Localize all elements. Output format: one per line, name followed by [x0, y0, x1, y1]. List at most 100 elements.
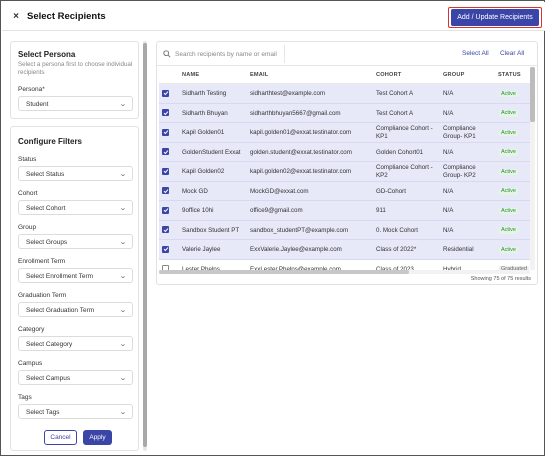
table-row[interactable]: Valerie Jaylee ExxValerie.Jaylee@example.…: [159, 240, 530, 260]
cell-cohort: Test Cohort A: [376, 90, 414, 97]
check-icon: [163, 247, 168, 252]
table-row[interactable]: GoldenStudent Exxat golden.student@exxat.…: [159, 142, 530, 162]
cell-name: Valerie Jaylee: [182, 246, 221, 253]
enrollment-term-select[interactable]: Select Enrollment Term ⌄: [18, 268, 133, 283]
table-vertical-scrollbar[interactable]: [530, 67, 535, 270]
row-checkbox[interactable]: [162, 148, 169, 155]
cohort-select[interactable]: Select Cohort ⌄: [18, 200, 133, 215]
filters-card: Configure Filters Status Select Status ⌄…: [10, 126, 139, 451]
persona-select[interactable]: Student ⌄: [18, 96, 133, 111]
status-badge: Active: [499, 227, 518, 234]
row-checkbox[interactable]: [162, 226, 169, 233]
select-recipients-dialog: × Select Recipients Add / Update Recipie…: [0, 0, 545, 456]
group-select[interactable]: Select Groups ⌄: [18, 234, 133, 249]
chevron-down-icon: ⌄: [119, 273, 127, 280]
table-row[interactable]: Kapil Golden01 kapil.golden01@exxat.testi…: [159, 123, 530, 143]
category-select[interactable]: Select Category ⌄: [18, 336, 133, 351]
row-checkbox[interactable]: [162, 128, 169, 136]
table-row[interactable]: Sidharth Testing sidharthtest@example.com…: [159, 84, 530, 104]
filters-title: Configure Filters: [18, 137, 83, 146]
scrollbar-thumb[interactable]: [159, 270, 409, 274]
row-checkbox[interactable]: [162, 89, 169, 97]
cell-cohort: Compliance Cohort - KP1: [376, 125, 433, 140]
enrollment-term-select-value: Select Enrollment Term: [26, 272, 94, 280]
status-badge: Active: [499, 90, 518, 97]
status-badge: Active: [499, 110, 518, 117]
table-row[interactable]: 9office 10hi office9@gmail.com 911 N/A Activ…: [159, 201, 530, 221]
clear-all-link[interactable]: Clear All: [500, 50, 524, 57]
cell-group: N/A: [443, 109, 454, 117]
cell-email: ExxValerie.Jaylee@example.com: [250, 246, 342, 253]
select-all-link[interactable]: Select All: [462, 50, 489, 57]
cell-cohort: Golden Cohort01: [376, 148, 424, 156]
tags-select[interactable]: Select Tags ⌄: [18, 404, 133, 419]
cell-cohort: 911: [376, 207, 386, 214]
left-panel-scrollbar[interactable]: [143, 41, 147, 451]
row-checkbox[interactable]: [162, 167, 169, 175]
table-row[interactable]: Lester Phelps ExxLester.Phelps@example.co…: [159, 259, 530, 270]
scrollbar-thumb[interactable]: [143, 43, 147, 447]
cancel-button[interactable]: Cancel: [44, 430, 77, 445]
check-icon: [163, 110, 168, 115]
check-icon: [163, 227, 168, 232]
cohort-select-value: Select Cohort: [26, 204, 66, 212]
row-checkbox[interactable]: [162, 206, 169, 214]
cell-name: 9office 10hi: [182, 207, 214, 214]
dialog-header: × Select Recipients Add / Update Recipie…: [2, 2, 545, 31]
status-select-value: Select Status: [26, 170, 65, 178]
group-select-value: Select Groups: [26, 238, 68, 246]
chevron-down-icon: ⌄: [119, 375, 127, 382]
search-input[interactable]: [175, 48, 285, 60]
row-checkbox[interactable]: [162, 187, 169, 194]
table-row[interactable]: Sidharth Bhuyan sidharthbhuyan5667@gmail.…: [159, 103, 530, 123]
status-badge: Active: [499, 188, 518, 195]
table-row[interactable]: Kapil Golden02 kapil.golden02@exxat.testi…: [159, 162, 530, 182]
row-checkbox[interactable]: [162, 109, 169, 116]
cell-email: office9@gmail.com: [250, 207, 303, 214]
add-update-recipients-button[interactable]: Add / Update Recipients: [451, 9, 539, 26]
status-badge: Active: [499, 207, 518, 214]
filter-label-tags: Tags: [18, 394, 32, 401]
graduation-term-select[interactable]: Select Graduation Term ⌄: [18, 302, 133, 317]
cell-name: GoldenStudent Exxat: [182, 148, 241, 156]
status-badge: Active: [499, 168, 518, 175]
search-divider: [284, 45, 285, 63]
cell-group: N/A: [443, 187, 454, 195]
chevron-down-icon: ⌄: [119, 205, 127, 212]
close-icon[interactable]: ×: [11, 12, 21, 22]
table-row[interactable]: Mock GD MockGD@exxat.com GD-Cohort N/A Activ…: [159, 181, 530, 201]
cell-cohort: GD-Cohort: [376, 187, 406, 195]
filter-label-cohort: Cohort: [18, 190, 38, 197]
column-header-cohort: COHORT: [376, 72, 402, 78]
status-badge: Active: [499, 149, 518, 156]
cell-name: Kapil Golden02: [182, 168, 225, 175]
chevron-down-icon: ⌄: [119, 307, 127, 314]
persona-label: Persona*: [18, 86, 45, 93]
column-header-name: NAME: [182, 72, 200, 78]
cell-cohort: Class of 2022*: [376, 246, 417, 253]
table-horizontal-scrollbar[interactable]: [159, 270, 530, 274]
table-row[interactable]: Sandbox Student PT sandbox_studentPT@exam…: [159, 220, 530, 240]
filter-label-campus: Campus: [18, 360, 43, 367]
cell-email: sidharthbhuyan5667@gmail.com: [250, 109, 341, 117]
scrollbar-thumb[interactable]: [530, 67, 535, 122]
check-icon: [163, 169, 168, 174]
table-header: NAME EMAIL COHORT GROUP STATUS: [159, 67, 530, 84]
campus-select[interactable]: Select Campus ⌄: [18, 370, 133, 385]
tags-select-value: Select Tags: [26, 408, 60, 416]
status-select[interactable]: Select Status ⌄: [18, 166, 133, 181]
filter-label-status: Status: [18, 156, 37, 163]
apply-button[interactable]: Apply: [83, 430, 112, 445]
chevron-down-icon: ⌄: [119, 101, 127, 108]
column-header-email: EMAIL: [250, 72, 269, 78]
cell-name: Sandbox Student PT: [182, 226, 240, 234]
campus-select-value: Select Campus: [26, 374, 71, 382]
filter-label-graduation-term: Graduation Term: [18, 292, 67, 299]
check-icon: [163, 208, 168, 213]
row-checkbox[interactable]: [162, 245, 169, 253]
filter-label-group: Group: [18, 224, 37, 231]
cell-email: MockGD@exxat.com: [250, 187, 309, 195]
recipients-panel: Select All Clear All NAME EMAIL COHORT G…: [156, 41, 538, 285]
status-badge: Active: [499, 246, 518, 253]
column-header-status: STATUS: [498, 72, 521, 78]
